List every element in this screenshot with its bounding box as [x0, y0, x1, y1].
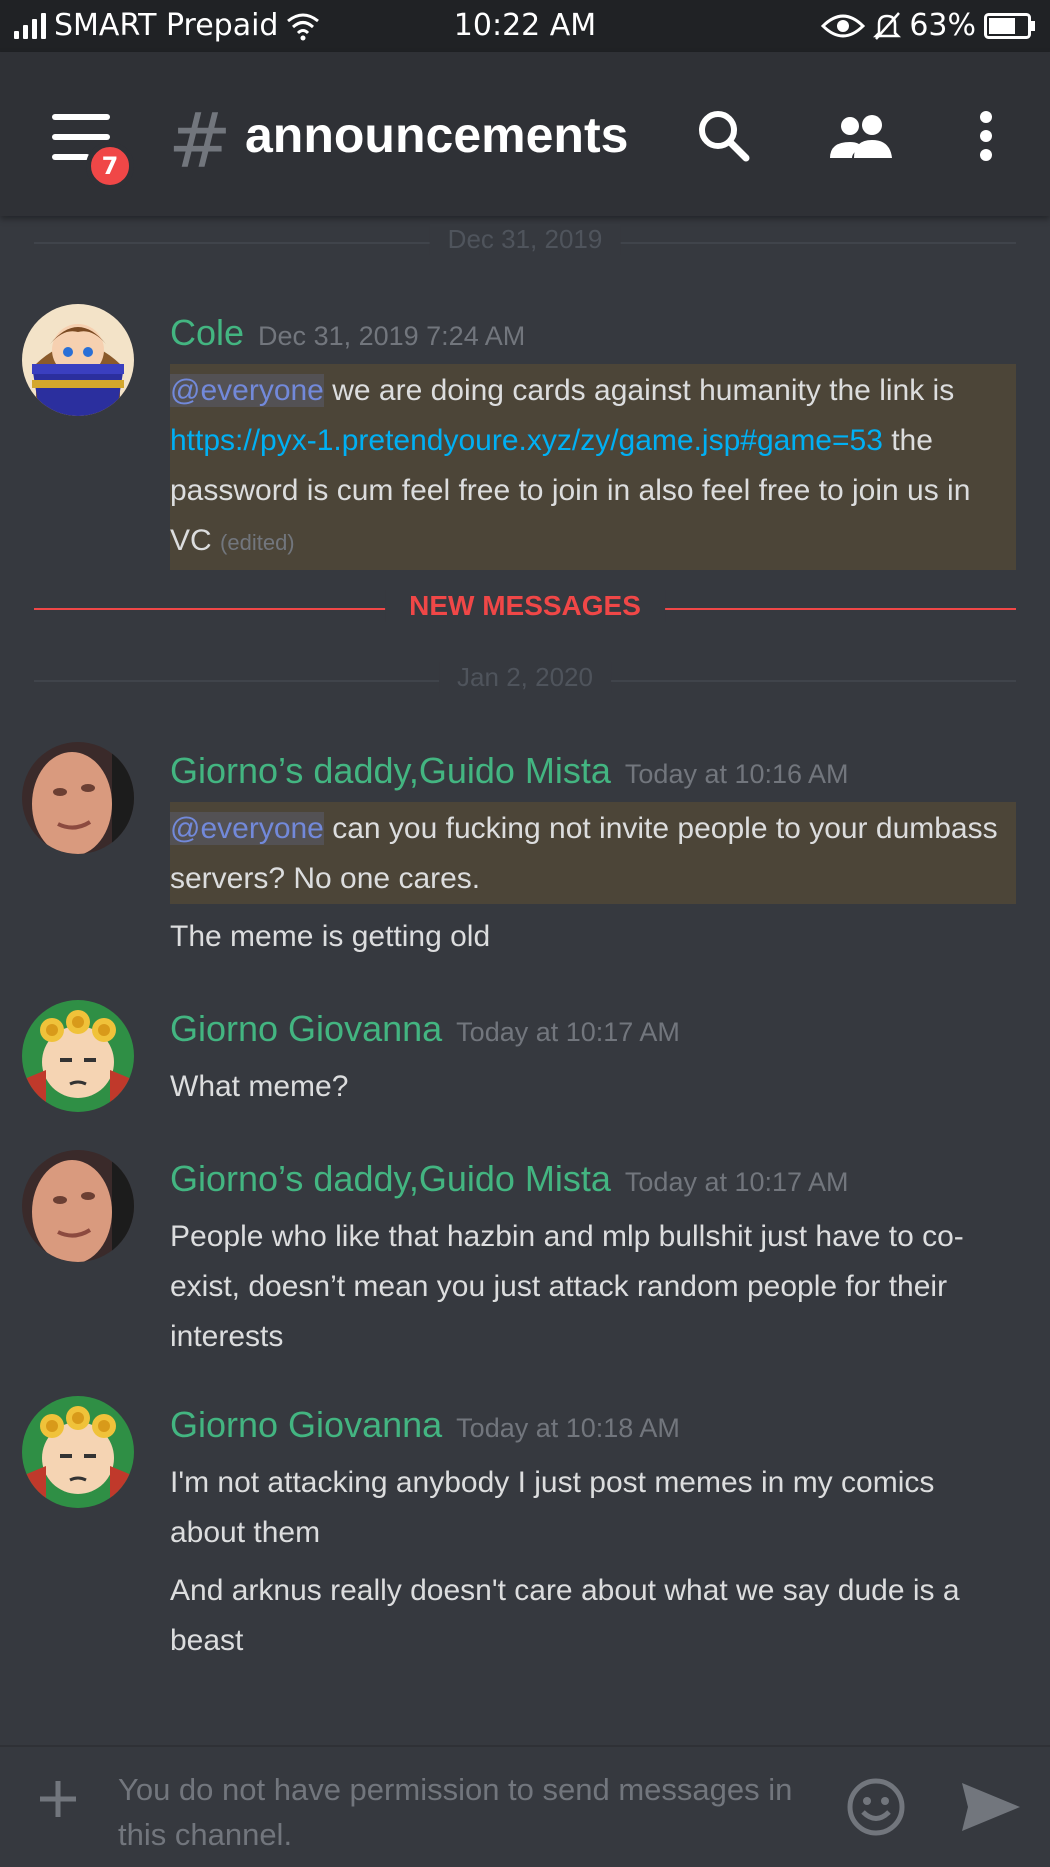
message-timestamp: Today at 10:18 AM	[456, 1413, 680, 1443]
message-timestamp: Today at 10:16 AM	[624, 759, 849, 789]
edited-label: (edited)	[220, 530, 295, 555]
message-author[interactable]: Cole	[170, 312, 244, 353]
message-content: @everyone we are doing cards against hum…	[170, 366, 1016, 568]
mute-bell-icon	[873, 12, 902, 40]
message-author[interactable]: Giorno Giovanna	[170, 1008, 442, 1049]
message-text: What meme?	[170, 1070, 349, 1103]
new-messages-label: NEW MESSAGES	[385, 590, 665, 622]
avatar[interactable]	[22, 1150, 134, 1262]
date-divider-label: Dec 31, 2019	[429, 224, 621, 255]
avatar[interactable]	[22, 1000, 134, 1112]
message-text: And arknus really doesn't care about wha…	[170, 1574, 960, 1657]
unread-badge: 7	[86, 142, 134, 190]
more-vertical-icon[interactable]	[976, 110, 996, 162]
date-divider: Jan 2, 2020	[34, 662, 1016, 693]
channel-hash-icon: #	[168, 96, 232, 185]
message-link[interactable]: https://pyx-1.pretendyoure.xyz/zy/game.j…	[170, 424, 883, 457]
emoji-icon[interactable]	[846, 1777, 906, 1837]
message-text: we are doing cards against humanity the …	[323, 374, 955, 407]
message-text: The meme is getting old	[170, 920, 491, 953]
message-timestamp: Dec 31, 2019 7:24 AM	[258, 321, 526, 351]
mention-everyone[interactable]: @everyone	[170, 812, 324, 845]
message-author[interactable]: Giorno’s daddy,Guido Mista	[170, 750, 611, 791]
message-author[interactable]: Giorno Giovanna	[170, 1404, 442, 1445]
avatar[interactable]	[22, 742, 134, 854]
message-text: I'm not attacking anybody I just post me…	[170, 1466, 935, 1549]
new-messages-divider: NEW MESSAGES	[34, 590, 1016, 622]
mention-everyone[interactable]: @everyone	[170, 374, 324, 407]
date-divider: Dec 31, 2019	[34, 224, 1016, 255]
search-icon[interactable]	[696, 108, 752, 164]
date-divider-label: Jan 2, 2020	[439, 662, 611, 693]
message-content: @everyone can you fucking not invite peo…	[170, 804, 1016, 904]
members-icon[interactable]	[828, 112, 898, 160]
channel-header: 7 # announcements	[0, 52, 1050, 216]
avatar[interactable]	[22, 304, 134, 416]
eye-icon	[821, 14, 866, 38]
send-icon[interactable]	[960, 1781, 1022, 1833]
status-bar: SMART Prepaid 10:22 AM 63%	[0, 0, 1050, 52]
composer-placeholder: You do not have permission to send messa…	[118, 1772, 793, 1852]
message-composer: You do not have permission to send messa…	[0, 1745, 1050, 1867]
battery-icon	[984, 13, 1035, 39]
message-text: People who like that hazbin and mlp bull…	[170, 1220, 964, 1353]
avatar[interactable]	[22, 1396, 134, 1508]
message-timestamp: Today at 10:17 AM	[456, 1017, 680, 1047]
message-author[interactable]: Giorno’s daddy,Guido Mista	[170, 1158, 611, 1199]
message-timestamp: Today at 10:17 AM	[624, 1167, 849, 1197]
battery-percent: 63%	[909, 8, 976, 43]
channel-title[interactable]: announcements	[245, 106, 628, 164]
plus-icon[interactable]	[36, 1777, 80, 1821]
